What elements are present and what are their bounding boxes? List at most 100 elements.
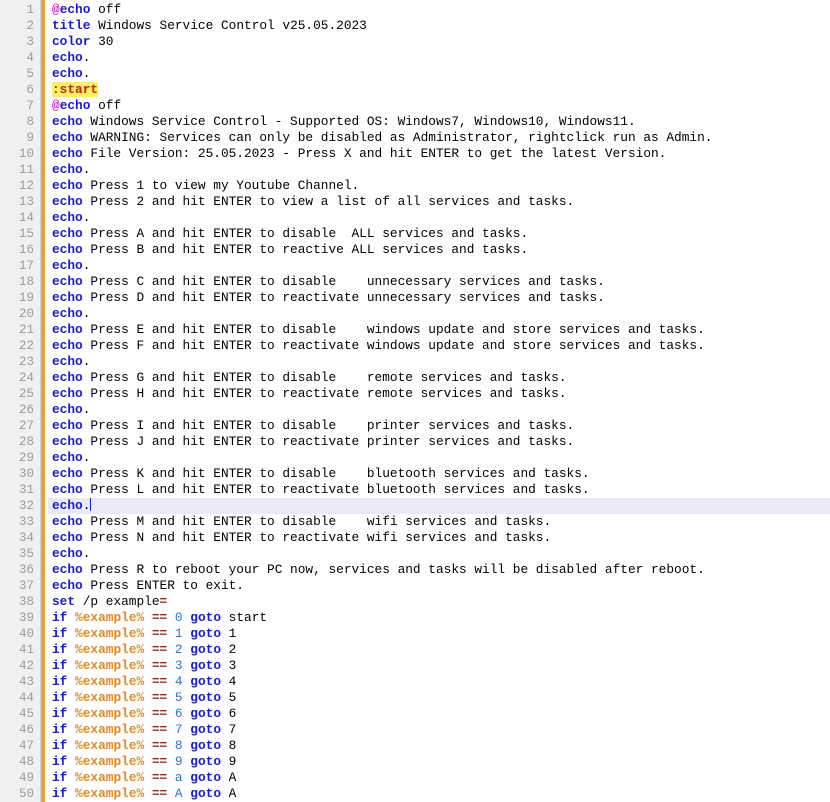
line-number[interactable]: 38 (0, 594, 40, 610)
code-line[interactable]: if %example% == 7 goto 7 (48, 722, 830, 738)
code-line[interactable]: echo Press 2 and hit ENTER to view a lis… (48, 194, 830, 210)
code-line[interactable]: echo Press F and hit ENTER to reactivate… (48, 338, 830, 354)
code-line[interactable]: echo File Version: 25.05.2023 - Press X … (48, 146, 830, 162)
code-content-area[interactable]: @echo offtitle Windows Service Control v… (48, 0, 830, 802)
code-line[interactable]: echo Press ENTER to exit. (48, 578, 830, 594)
line-number[interactable]: 35 (0, 546, 40, 562)
line-number[interactable]: 11 (0, 162, 40, 178)
code-line[interactable]: echo Press E and hit ENTER to disable wi… (48, 322, 830, 338)
code-line[interactable]: echo. (48, 354, 830, 370)
line-number[interactable]: 20 (0, 306, 40, 322)
line-number[interactable]: 10 (0, 146, 40, 162)
line-number[interactable]: 49 (0, 770, 40, 786)
line-number[interactable]: 23 (0, 354, 40, 370)
line-number[interactable]: 48 (0, 754, 40, 770)
line-number[interactable]: 24 (0, 370, 40, 386)
code-line[interactable]: echo. (48, 66, 830, 82)
line-number[interactable]: 12 (0, 178, 40, 194)
code-line[interactable]: echo. (48, 258, 830, 274)
code-line[interactable]: color 30 (48, 34, 830, 50)
line-number[interactable]: 8 (0, 114, 40, 130)
code-line[interactable]: echo Press A and hit ENTER to disable AL… (48, 226, 830, 242)
code-line[interactable]: @echo off (48, 2, 830, 18)
code-line[interactable]: echo Press I and hit ENTER to disable pr… (48, 418, 830, 434)
line-number[interactable]: 15 (0, 226, 40, 242)
code-line[interactable]: echo. (48, 546, 830, 562)
line-number[interactable]: 4 (0, 50, 40, 66)
line-number[interactable]: 13 (0, 194, 40, 210)
line-number[interactable]: 17 (0, 258, 40, 274)
code-line[interactable]: echo Press J and hit ENTER to reactivate… (48, 434, 830, 450)
code-line[interactable]: if %example% == 8 goto 8 (48, 738, 830, 754)
line-number[interactable]: 29 (0, 450, 40, 466)
line-number[interactable]: 18 (0, 274, 40, 290)
code-line[interactable]: echo. (48, 162, 830, 178)
line-number[interactable]: 47 (0, 738, 40, 754)
line-number[interactable]: 5 (0, 66, 40, 82)
line-number[interactable]: 42 (0, 658, 40, 674)
code-line[interactable]: echo Press B and hit ENTER to reactive A… (48, 242, 830, 258)
code-line[interactable]: if %example% == a goto A (48, 770, 830, 786)
line-number[interactable]: 16 (0, 242, 40, 258)
code-line[interactable]: echo Press R to reboot your PC now, serv… (48, 562, 830, 578)
code-line[interactable]: echo. (48, 210, 830, 226)
line-number[interactable]: 25 (0, 386, 40, 402)
code-line[interactable]: echo Press N and hit ENTER to reactivate… (48, 530, 830, 546)
line-number[interactable]: 46 (0, 722, 40, 738)
code-line[interactable]: echo Press H and hit ENTER to reactivate… (48, 386, 830, 402)
code-line[interactable]: if %example% == A goto A (48, 786, 830, 802)
code-line[interactable]: echo. (48, 402, 830, 418)
line-number[interactable]: 50 (0, 786, 40, 802)
line-number[interactable]: 2 (0, 18, 40, 34)
line-number[interactable]: 43 (0, 674, 40, 690)
code-line[interactable]: if %example% == 1 goto 1 (48, 626, 830, 642)
line-number[interactable]: 9 (0, 130, 40, 146)
code-line-current[interactable]: echo. (48, 498, 830, 514)
code-line[interactable]: echo Windows Service Control - Supported… (48, 114, 830, 130)
code-line[interactable]: title Windows Service Control v25.05.202… (48, 18, 830, 34)
line-number[interactable]: 22 (0, 338, 40, 354)
line-number[interactable]: 41 (0, 642, 40, 658)
line-number[interactable]: 39 (0, 610, 40, 626)
line-number[interactable]: 30 (0, 466, 40, 482)
code-line[interactable]: if %example% == 3 goto 3 (48, 658, 830, 674)
line-number[interactable]: 34 (0, 530, 40, 546)
code-line[interactable]: if %example% == 5 goto 5 (48, 690, 830, 706)
code-line[interactable]: echo Press K and hit ENTER to disable bl… (48, 466, 830, 482)
line-number[interactable]: 36 (0, 562, 40, 578)
line-number[interactable]: 26 (0, 402, 40, 418)
code-line[interactable]: echo Press 1 to view my Youtube Channel. (48, 178, 830, 194)
code-line[interactable]: set /p example= (48, 594, 830, 610)
line-number[interactable]: 45 (0, 706, 40, 722)
line-number[interactable]: 31 (0, 482, 40, 498)
code-line[interactable]: echo WARNING: Services can only be disab… (48, 130, 830, 146)
line-number[interactable]: 27 (0, 418, 40, 434)
line-number[interactable]: 28 (0, 434, 40, 450)
code-line[interactable]: echo Press L and hit ENTER to reactivate… (48, 482, 830, 498)
code-line[interactable]: echo Press M and hit ENTER to disable wi… (48, 514, 830, 530)
line-number-gutter[interactable]: 1234567891011121314151617181920212223242… (0, 0, 41, 802)
code-line[interactable]: if %example% == 2 goto 2 (48, 642, 830, 658)
line-number[interactable]: 6 (0, 82, 40, 98)
code-line[interactable]: echo Press C and hit ENTER to disable un… (48, 274, 830, 290)
code-line[interactable]: echo Press D and hit ENTER to reactivate… (48, 290, 830, 306)
code-line[interactable]: if %example% == 0 goto start (48, 610, 830, 626)
code-line[interactable]: echo. (48, 50, 830, 66)
line-number[interactable]: 33 (0, 514, 40, 530)
line-number[interactable]: 1 (0, 2, 40, 18)
code-line[interactable]: if %example% == 9 goto 9 (48, 754, 830, 770)
code-line[interactable]: echo. (48, 306, 830, 322)
line-number[interactable]: 7 (0, 98, 40, 114)
line-number[interactable]: 44 (0, 690, 40, 706)
code-line[interactable]: echo Press G and hit ENTER to disable re… (48, 370, 830, 386)
code-editor[interactable]: 1234567891011121314151617181920212223242… (0, 0, 830, 802)
code-line[interactable]: if %example% == 4 goto 4 (48, 674, 830, 690)
line-number[interactable]: 37 (0, 578, 40, 594)
line-number[interactable]: 32 (0, 498, 40, 514)
code-line[interactable]: echo. (48, 450, 830, 466)
line-number[interactable]: 19 (0, 290, 40, 306)
code-line[interactable]: if %example% == 6 goto 6 (48, 706, 830, 722)
code-line[interactable]: :start (48, 82, 830, 98)
line-number[interactable]: 40 (0, 626, 40, 642)
line-number[interactable]: 21 (0, 322, 40, 338)
